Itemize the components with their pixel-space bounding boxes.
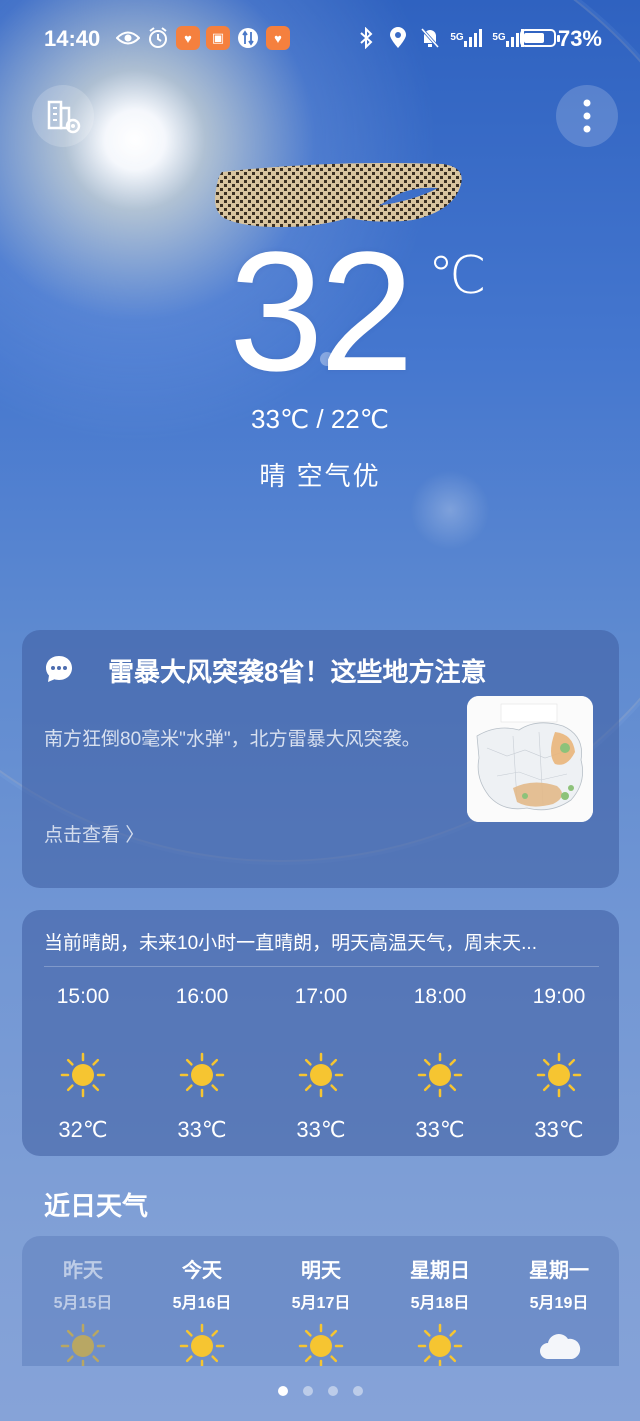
day-name: 今天 <box>182 1260 222 1282</box>
news-map-thumbnail[interactable] <box>467 696 593 822</box>
news-card[interactable]: 雷暴大风突袭8省！这些地方注意 南方狂倒80毫米"水弹"，北方雷暴大风突袭。 点… <box>22 630 619 888</box>
hour-time: 19:00 <box>532 985 586 1008</box>
daily-forecast-card[interactable]: 昨天 5月15日 今天 5月16日 明天 5月17日 星期日 5月18日 星期一… <box>22 1236 619 1366</box>
app-heart-icon: ♥ <box>176 26 200 50</box>
city-settings-icon <box>47 100 81 134</box>
day-item-tomorrow[interactable]: 明天 5月17日 <box>266 1254 376 1366</box>
hour-temperature: 33℃ <box>415 1117 465 1142</box>
current-temperature: 32 <box>228 217 414 407</box>
forecast-summary: 当前晴朗，未来10小时一直晴朗，明天高温天气，周末天... <box>44 933 537 954</box>
hour-temperature: 33℃ <box>296 1117 346 1142</box>
day-date: 5月17日 <box>291 1295 351 1312</box>
app-gift-icon: ▣ <box>206 26 230 50</box>
sync-icon <box>236 26 260 50</box>
page-dot[interactable] <box>277 1386 288 1396</box>
hour-temperature: 33℃ <box>177 1117 227 1142</box>
bluetooth-icon <box>354 26 378 50</box>
mute-bell-icon <box>418 26 442 50</box>
more-vertical-icon <box>583 99 591 133</box>
hourly-item: 19:00 33℃ <box>504 982 614 1143</box>
battery-icon <box>520 29 560 47</box>
sun-icon <box>298 1052 344 1098</box>
status-bar: 14:40 ♥ ▣ ♥ 5G 5G 73% <box>0 0 640 80</box>
sun-icon <box>60 1052 106 1098</box>
page-dot[interactable] <box>352 1386 363 1396</box>
recent-weather-title: 近日天气 <box>44 1191 149 1221</box>
hourly-item: 18:00 33℃ <box>385 982 495 1143</box>
sun-icon <box>298 1323 344 1366</box>
hourly-forecast-card[interactable]: 当前晴朗，未来10小时一直晴朗，明天高温天气，周末天... 15:00 32℃ … <box>22 910 619 1156</box>
sun-icon <box>179 1052 225 1098</box>
page-dot[interactable] <box>327 1386 338 1396</box>
cloud-icon <box>540 1334 581 1359</box>
sun-icon <box>179 1323 225 1366</box>
day-name: 星期日 <box>410 1260 470 1282</box>
hourly-item: 17:00 33℃ <box>266 982 376 1143</box>
temperature-range: 33℃ / 22℃ <box>251 404 389 434</box>
hour-temperature: 33℃ <box>534 1117 584 1142</box>
page-indicator <box>0 1386 640 1396</box>
sun-icon <box>536 1052 582 1098</box>
battery-fill <box>524 33 545 43</box>
divider <box>44 966 599 967</box>
system-icons: 5G 5G <box>354 26 526 50</box>
eye-icon <box>116 26 140 50</box>
location-icon <box>386 26 410 50</box>
news-view-link[interactable]: 点击查看 〉 <box>44 820 144 847</box>
precipitation-map-image <box>467 696 593 822</box>
alarm-icon <box>146 26 170 50</box>
hour-time: 15:00 <box>56 985 110 1008</box>
hour-time: 16:00 <box>175 985 229 1008</box>
sun-icon <box>417 1323 463 1366</box>
hour-time: 18:00 <box>413 985 467 1008</box>
signal-icon-1: 5G <box>450 26 484 50</box>
hourly-item: 15:00 32℃ <box>28 982 138 1143</box>
temperature-unit: ℃ <box>428 247 487 305</box>
city-manage-button[interactable] <box>32 85 94 147</box>
day-item-yesterday[interactable]: 昨天 5月15日 <box>28 1254 138 1366</box>
weather-condition: 晴 空气优 <box>259 461 381 491</box>
day-date: 5月15日 <box>53 1295 113 1312</box>
app-heart-icon-2: ♥ <box>266 26 290 50</box>
day-item-sunday[interactable]: 星期日 5月18日 <box>385 1254 495 1366</box>
page-dot[interactable] <box>302 1386 313 1396</box>
battery-percent: 73% <box>557 26 602 51</box>
hour-time: 17:00 <box>294 985 348 1008</box>
day-date: 5月19日 <box>529 1295 589 1312</box>
status-time: 14:40 <box>44 26 101 51</box>
more-menu-button[interactable] <box>556 85 618 147</box>
day-date: 5月18日 <box>410 1295 470 1312</box>
sun-icon <box>417 1052 463 1098</box>
hour-temperature: 32℃ <box>58 1117 108 1142</box>
day-name: 星期一 <box>529 1260 589 1282</box>
day-name: 明天 <box>301 1260 341 1282</box>
message-bubble-icon <box>46 656 72 682</box>
sun-icon <box>60 1323 106 1366</box>
news-title[interactable]: 雷暴大风突袭8省！这些地方注意 <box>108 652 486 689</box>
hourly-item: 16:00 33℃ <box>147 982 257 1143</box>
news-description: 南方狂倒80毫米"水弹"，北方雷暴大风突袭。 <box>44 729 421 750</box>
day-item-monday[interactable]: 星期一 5月19日 <box>504 1254 614 1366</box>
day-date: 5月16日 <box>172 1295 232 1312</box>
day-name: 昨天 <box>63 1260 103 1282</box>
notification-icons: ♥ ▣ ♥ <box>116 26 290 50</box>
day-item-today[interactable]: 今天 5月16日 <box>147 1254 257 1366</box>
